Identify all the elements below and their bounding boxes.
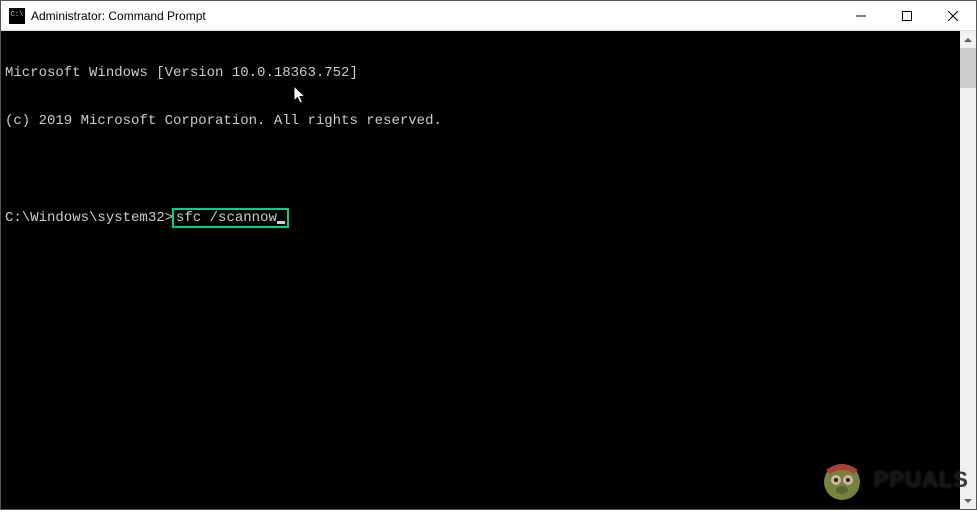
command-prompt-window: C:\ Administrator: Command Prompt Micros…	[0, 0, 977, 510]
window-controls	[838, 1, 976, 30]
prompt-line: C:\Windows\system32>sfc /scannow	[5, 209, 956, 227]
command-highlight: sfc /scannow	[172, 208, 289, 228]
scroll-up-button[interactable]	[960, 31, 976, 48]
maximize-button[interactable]	[884, 1, 930, 30]
terminal-content[interactable]: Microsoft Windows [Version 10.0.18363.75…	[1, 31, 960, 509]
minimize-button[interactable]	[838, 1, 884, 30]
cmd-icon-glyph: C:\	[11, 12, 24, 19]
titlebar[interactable]: C:\ Administrator: Command Prompt	[1, 1, 976, 31]
output-line: Microsoft Windows [Version 10.0.18363.75…	[5, 65, 956, 81]
scroll-track[interactable]	[960, 48, 976, 492]
cmd-icon: C:\	[9, 8, 25, 24]
prompt-text: C:\Windows\system32>	[5, 210, 173, 226]
titlebar-left: C:\ Administrator: Command Prompt	[1, 8, 838, 24]
text-cursor	[277, 221, 285, 224]
blank-line	[5, 161, 956, 177]
scroll-thumb[interactable]	[960, 48, 976, 88]
close-button[interactable]	[930, 1, 976, 30]
vertical-scrollbar[interactable]	[960, 31, 976, 509]
window-title: Administrator: Command Prompt	[31, 9, 206, 23]
terminal-area: Microsoft Windows [Version 10.0.18363.75…	[1, 31, 976, 509]
command-text: sfc /scannow	[176, 210, 277, 226]
output-line: (c) 2019 Microsoft Corporation. All righ…	[5, 113, 956, 129]
scroll-down-button[interactable]	[960, 492, 976, 509]
